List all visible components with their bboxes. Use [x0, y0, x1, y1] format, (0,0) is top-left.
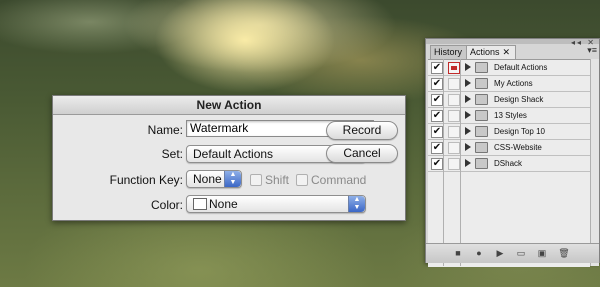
select-arrows-icon: ▲▼: [224, 171, 241, 187]
dialog-toggle-icon[interactable]: [448, 126, 460, 138]
expand-triangle-icon[interactable]: [465, 127, 471, 135]
action-set-label: Design Top 10: [494, 127, 545, 136]
list-item[interactable]: ✔ Design Shack: [428, 92, 590, 108]
new-action-icon[interactable]: ▣: [536, 248, 548, 259]
function-key-label: Function Key:: [109, 173, 183, 187]
checkmark-icon[interactable]: ✔: [431, 62, 443, 74]
function-key-value: None: [193, 172, 222, 186]
list-item[interactable]: ✔ DShack: [428, 156, 590, 172]
color-label: Color:: [150, 198, 183, 212]
shift-checkbox[interactable]: [250, 174, 262, 186]
set-label: Set:: [161, 147, 183, 161]
expand-triangle-icon[interactable]: [465, 159, 471, 167]
folder-icon: [475, 158, 488, 169]
folder-icon: [475, 94, 488, 105]
command-label: Command: [311, 173, 367, 187]
dialog-toggle-icon[interactable]: [448, 142, 460, 154]
set-select-value: Default Actions: [193, 147, 274, 161]
name-label: Name:: [147, 123, 183, 137]
action-set-label: CSS-Website: [494, 143, 542, 152]
command-checkbox[interactable]: [296, 174, 308, 186]
actions-panel: ◂◂ ✕ History Actions ✕ ▾≡ ✔ Default Actio…: [425, 38, 600, 267]
expand-triangle-icon[interactable]: [465, 143, 471, 151]
checkmark-icon[interactable]: ✔: [431, 78, 443, 90]
checkmark-icon[interactable]: ✔: [431, 158, 443, 170]
record-icon[interactable]: ●: [473, 248, 485, 259]
scrollbar[interactable]: [590, 59, 599, 266]
color-select-value: None: [209, 197, 238, 211]
list-item[interactable]: ✔ 13 Styles: [428, 108, 590, 124]
dialog-toggle-icon[interactable]: [448, 78, 460, 90]
folder-icon[interactable]: ▭: [515, 248, 527, 259]
dialog-toggle-icon[interactable]: [448, 158, 460, 170]
column-divider: [443, 59, 444, 266]
new-action-dialog: New Action Name: Set: Default Actions ▲▼…: [52, 95, 406, 221]
action-set-label: My Actions: [494, 79, 533, 88]
actions-toolbar: ■ ● ▶ ▭ ▣ 🗑: [426, 243, 599, 263]
checkmark-icon[interactable]: ✔: [431, 94, 443, 106]
column-divider: [460, 59, 461, 266]
tab-actions[interactable]: Actions ✕: [466, 45, 516, 59]
dialog-title: New Action: [53, 96, 405, 115]
checkmark-icon[interactable]: ✔: [431, 110, 443, 122]
play-icon[interactable]: ▶: [494, 248, 506, 259]
expand-triangle-icon[interactable]: [465, 63, 471, 71]
stop-icon[interactable]: ■: [452, 248, 464, 259]
action-set-label: DShack: [494, 159, 523, 168]
list-item[interactable]: ✔ My Actions: [428, 76, 590, 92]
shift-label: Shift: [265, 173, 290, 187]
list-item[interactable]: ✔ Design Top 10: [428, 124, 590, 140]
actions-list: ✔ Default Actions ✔ My Actions ✔ Design …: [428, 59, 590, 267]
folder-icon: [475, 78, 488, 89]
tab-actions-label: Actions: [470, 47, 500, 57]
trash-icon[interactable]: 🗑: [558, 248, 570, 259]
dialog-toggle-icon[interactable]: [448, 94, 460, 106]
color-select[interactable]: None ▲ ▼: [186, 195, 366, 213]
cancel-button[interactable]: Cancel: [326, 144, 398, 163]
select-arrows-icon: ▲▼: [348, 196, 365, 212]
color-swatch: [193, 198, 207, 210]
checkmark-icon[interactable]: ✔: [431, 126, 443, 138]
expand-triangle-icon[interactable]: [465, 79, 471, 87]
checkmark-icon[interactable]: ✔: [431, 142, 443, 154]
list-item[interactable]: ✔ Default Actions: [428, 60, 590, 76]
function-key-select[interactable]: None ▲ ▼: [186, 170, 242, 188]
folder-icon: [475, 142, 488, 153]
action-set-label: Default Actions: [494, 63, 548, 72]
expand-triangle-icon[interactable]: [465, 111, 471, 119]
folder-icon: [475, 62, 488, 73]
folder-icon: [475, 110, 488, 121]
record-button[interactable]: Record: [326, 121, 398, 140]
tab-history-label: History: [434, 47, 463, 57]
list-item[interactable]: ✔ CSS-Website: [428, 140, 590, 156]
tab-history[interactable]: History: [430, 45, 468, 59]
action-set-label: Design Shack: [494, 95, 544, 104]
action-set-label: 13 Styles: [494, 111, 527, 120]
panel-menu-icon[interactable]: ▾≡: [587, 45, 597, 56]
close-icon[interactable]: ✕: [503, 47, 511, 57]
expand-triangle-icon[interactable]: [465, 95, 471, 103]
dialog-toggle-icon[interactable]: [448, 62, 460, 74]
dialog-toggle-icon[interactable]: [448, 110, 460, 122]
folder-icon: [475, 126, 488, 137]
